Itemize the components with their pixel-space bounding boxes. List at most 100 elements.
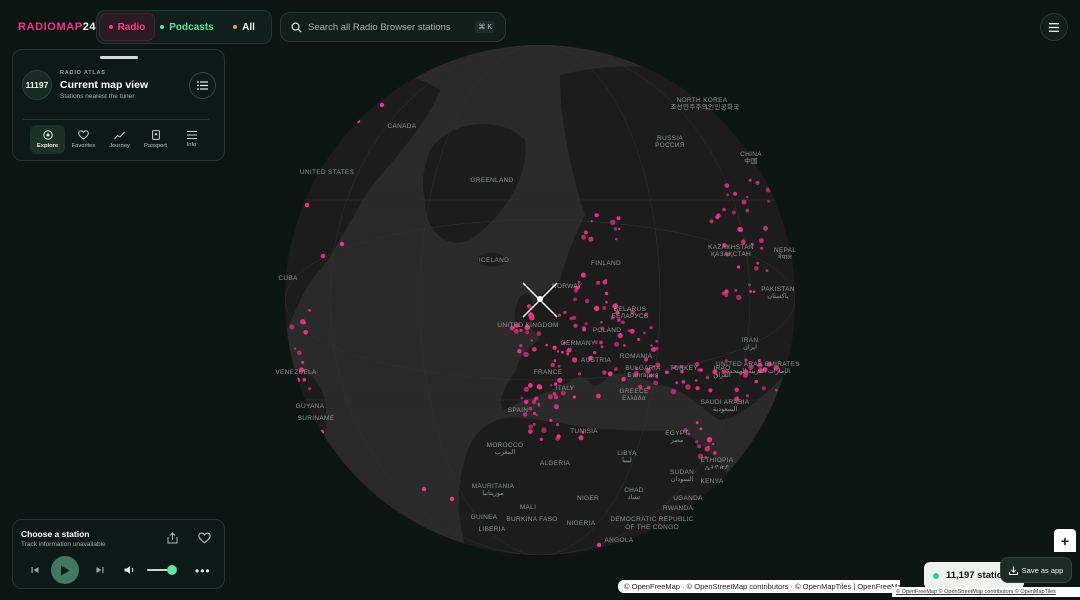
station-marker[interactable] [519, 344, 523, 348]
station-marker[interactable] [602, 306, 607, 310]
station-marker[interactable] [651, 347, 657, 352]
station-marker[interactable] [545, 343, 548, 347]
station-marker[interactable] [607, 371, 613, 377]
station-marker[interactable] [655, 347, 659, 351]
station-marker[interactable] [557, 313, 562, 317]
station-marker[interactable] [736, 265, 741, 269]
station-marker[interactable] [765, 269, 769, 273]
station-marker[interactable] [621, 377, 626, 382]
station-marker[interactable] [650, 344, 653, 347]
station-marker[interactable] [767, 199, 770, 203]
station-marker[interactable] [566, 347, 572, 353]
station-marker[interactable] [706, 437, 713, 443]
station-marker[interactable] [724, 293, 729, 298]
station-marker[interactable] [637, 337, 641, 341]
station-marker[interactable] [614, 367, 618, 371]
station-marker[interactable] [303, 330, 309, 335]
station-marker[interactable] [449, 496, 455, 502]
station-marker[interactable] [519, 328, 523, 332]
station-marker[interactable] [748, 178, 752, 182]
tab-favorites[interactable]: Favorites [66, 125, 101, 154]
station-marker[interactable] [303, 321, 307, 325]
station-marker[interactable] [593, 351, 597, 355]
station-marker[interactable] [724, 183, 730, 189]
station-marker[interactable] [533, 397, 537, 401]
mode-all-button[interactable]: All [219, 13, 269, 41]
station-marker[interactable] [308, 309, 311, 312]
tab-explore[interactable]: Explore [30, 125, 65, 154]
station-marker[interactable] [594, 213, 599, 218]
station-marker[interactable] [675, 381, 679, 385]
station-marker[interactable] [618, 227, 621, 231]
station-marker[interactable] [593, 305, 600, 312]
station-marker[interactable] [523, 386, 529, 392]
station-marker[interactable] [572, 395, 577, 399]
station-marker[interactable] [731, 210, 737, 215]
station-marker[interactable] [557, 364, 561, 368]
station-marker[interactable] [581, 234, 586, 240]
station-marker[interactable] [529, 315, 535, 321]
station-marker[interactable] [708, 388, 713, 393]
station-marker[interactable] [655, 339, 659, 343]
station-marker[interactable] [665, 370, 669, 375]
next-button[interactable] [95, 565, 105, 575]
station-marker[interactable] [527, 429, 533, 434]
station-marker[interactable] [704, 446, 710, 452]
station-marker[interactable] [613, 227, 618, 231]
station-marker[interactable] [541, 427, 547, 434]
station-marker[interactable] [566, 352, 569, 356]
station-marker[interactable] [763, 225, 768, 231]
station-marker[interactable] [584, 322, 588, 326]
station-marker[interactable] [561, 350, 564, 354]
station-marker[interactable] [527, 383, 533, 388]
station-marker[interactable] [734, 387, 740, 393]
station-marker[interactable] [760, 246, 764, 250]
mute-button[interactable] [123, 564, 137, 576]
station-marker[interactable] [699, 427, 703, 431]
station-marker[interactable] [590, 220, 593, 223]
station-marker[interactable] [520, 396, 524, 400]
station-marker[interactable] [627, 329, 631, 333]
station-marker[interactable] [569, 316, 573, 321]
station-marker[interactable] [530, 339, 533, 342]
station-marker[interactable] [550, 362, 555, 368]
station-marker[interactable] [528, 424, 533, 430]
station-marker[interactable] [535, 413, 538, 417]
station-marker[interactable] [304, 202, 310, 208]
station-marker[interactable] [599, 340, 603, 345]
station-marker[interactable] [532, 423, 536, 426]
station-marker[interactable] [670, 388, 677, 395]
station-marker[interactable] [523, 351, 529, 358]
previous-button[interactable] [30, 565, 40, 575]
station-marker[interactable] [517, 348, 522, 354]
station-marker[interactable] [578, 435, 584, 441]
station-marker[interactable] [577, 372, 582, 376]
station-marker[interactable] [605, 300, 608, 304]
tab-info[interactable]: Info [174, 125, 209, 154]
station-marker[interactable] [553, 404, 559, 410]
station-marker[interactable] [716, 213, 721, 218]
station-marker[interactable] [339, 241, 345, 247]
station-marker[interactable] [722, 207, 726, 212]
station-marker[interactable] [758, 238, 764, 244]
station-marker[interactable] [536, 331, 542, 337]
station-marker[interactable] [555, 423, 560, 427]
station-marker[interactable] [713, 451, 717, 455]
station-marker[interactable] [528, 406, 533, 411]
station-list-button[interactable] [189, 72, 216, 99]
play-button[interactable] [51, 556, 79, 584]
station-marker[interactable] [649, 326, 653, 330]
station-marker[interactable] [695, 421, 699, 425]
station-marker[interactable] [379, 102, 385, 108]
station-marker[interactable] [537, 402, 541, 406]
station-marker[interactable] [525, 330, 530, 335]
station-marker[interactable] [539, 437, 543, 441]
station-marker[interactable] [705, 375, 710, 380]
station-marker[interactable] [571, 357, 578, 363]
volume-slider-thumb[interactable] [167, 565, 177, 575]
tab-journey[interactable]: Journey [102, 125, 137, 154]
station-marker[interactable] [610, 219, 616, 225]
station-marker[interactable] [741, 199, 747, 205]
station-marker[interactable] [748, 283, 751, 287]
station-marker[interactable] [761, 386, 766, 391]
